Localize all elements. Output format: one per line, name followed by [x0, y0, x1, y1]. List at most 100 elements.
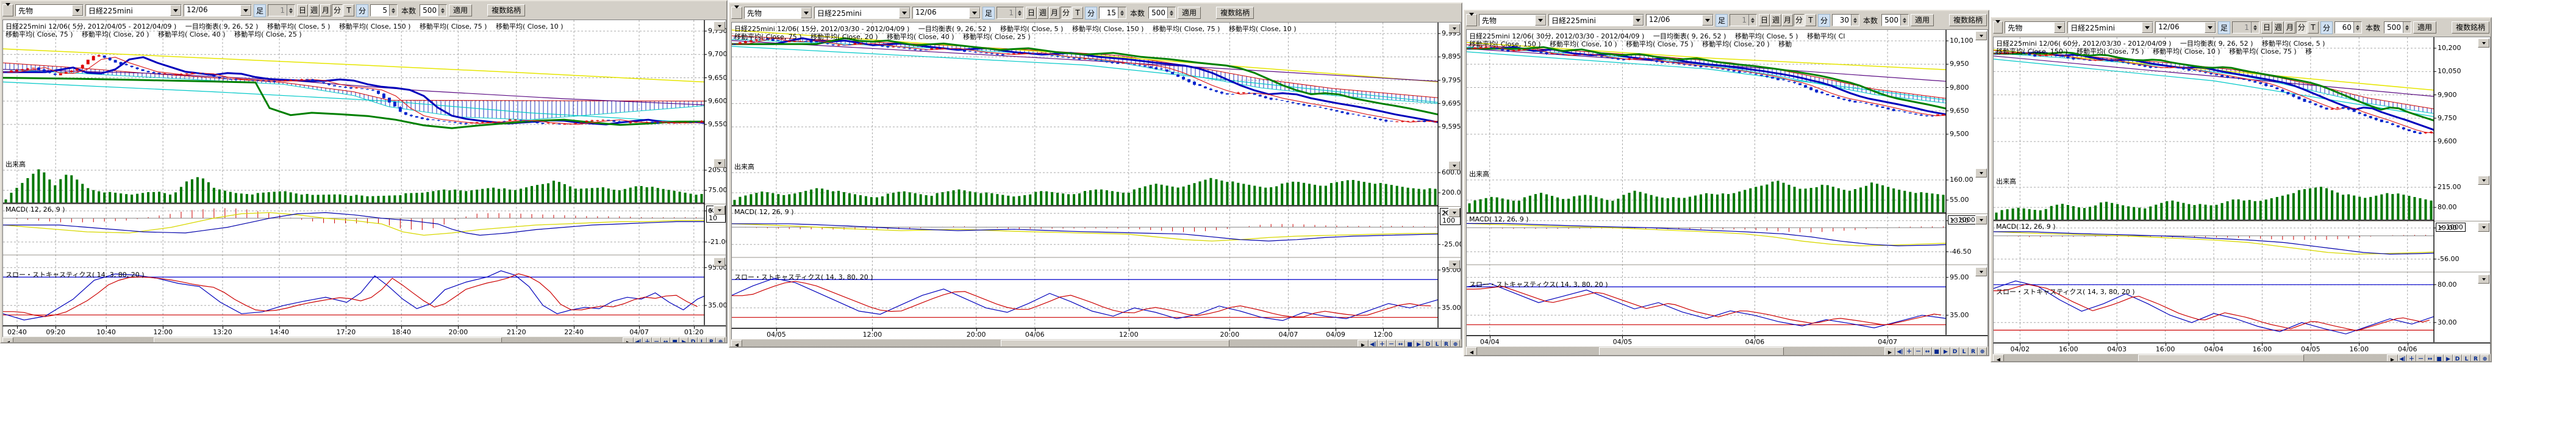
chart-nav-button-D[interactable]: D — [2453, 354, 2462, 362]
chart-nav-button-L[interactable]: L — [1959, 347, 1969, 356]
pane-options-button[interactable] — [1975, 215, 1987, 224]
scrollbar-thumb[interactable] — [154, 337, 502, 343]
chevron-down-icon[interactable] — [2205, 22, 2216, 33]
apply-button[interactable]: 適用 — [2413, 21, 2436, 34]
spinner-arrows-icon[interactable] — [1900, 15, 1908, 26]
chevron-down-icon[interactable] — [2142, 22, 2153, 33]
scrollbar-thumb[interactable] — [1599, 347, 1784, 356]
period-button-分[interactable]: 分 — [1061, 7, 1072, 19]
chart-nav-button-L[interactable]: L — [698, 337, 707, 343]
chart-nav-button-＋[interactable]: ＋ — [2407, 354, 2416, 362]
bar-count-spinner[interactable]: 500 — [420, 4, 447, 16]
chart-nav-button-L[interactable]: L — [1433, 340, 1442, 348]
bar-interval-spinner[interactable]: 1 — [1730, 14, 1757, 26]
bar-interval-spinner[interactable]: 1 — [2232, 21, 2259, 34]
chart-nav-button-L[interactable]: L — [2462, 354, 2471, 362]
symbol-select[interactable]: 日経225mini — [814, 7, 911, 19]
chevron-down-icon[interactable] — [969, 7, 980, 18]
multi-symbol-button[interactable]: 複数銘柄 — [2452, 21, 2489, 34]
period-button-週[interactable]: 週 — [1037, 7, 1048, 19]
pane-options-button[interactable] — [714, 206, 725, 215]
spinner-arrows-icon[interactable] — [2353, 22, 2361, 33]
chevron-down-icon[interactable] — [899, 7, 910, 18]
bar-count-spinner[interactable]: 500 — [1148, 7, 1176, 19]
chart-area[interactable]: 日経225mini 12/06( 30分, 2012/03/30 - 2012/… — [1466, 29, 1988, 336]
chart-nav-button-↔[interactable]: ↔ — [1396, 340, 1405, 348]
chart-nav-button-▶[interactable]: ▶ — [679, 337, 689, 343]
spinner-arrows-icon[interactable] — [1748, 15, 1756, 26]
bar-count-spinner[interactable]: 500 — [2384, 21, 2411, 34]
pane-options-button[interactable] — [1448, 24, 1460, 33]
apply-button[interactable]: 適用 — [449, 4, 472, 16]
spinner-arrows-icon[interactable] — [287, 5, 295, 16]
chart-area[interactable]: 日経225mini 12/06( 5分, 2012/04/05 - 2012/0… — [2, 20, 726, 326]
period-button-月[interactable]: 月 — [2284, 21, 2295, 34]
chevron-down-icon[interactable] — [1702, 15, 1713, 26]
chart-nav-button-⊕[interactable]: ⊕ — [2480, 354, 2489, 362]
bar-interval-spinner[interactable]: 1 — [268, 4, 295, 16]
chevron-down-icon[interactable] — [1535, 15, 1546, 26]
chart-nav-button-■[interactable]: ■ — [1932, 347, 1941, 356]
chart-nav-button-↔[interactable]: ↔ — [1923, 347, 1932, 356]
pane-options-button[interactable] — [2478, 176, 2489, 185]
period-button-日[interactable]: 日 — [1759, 14, 1770, 26]
spinner-arrows-icon[interactable] — [389, 5, 397, 16]
chart-nav-button-－[interactable]: － — [2416, 354, 2425, 362]
chart-nav-button-－[interactable]: － — [1387, 340, 1396, 348]
period-button-週[interactable]: 週 — [2273, 21, 2284, 34]
spinner-arrows-icon[interactable] — [1851, 15, 1859, 26]
window-menu-button[interactable] — [1993, 21, 2003, 34]
symbol-select[interactable]: 日経225mini — [85, 4, 182, 16]
period-button-月[interactable]: 月 — [1782, 14, 1793, 26]
chart-area[interactable]: 日経225mini 12/06( 15分, 2012/03/30 - 2012/… — [731, 22, 1461, 328]
instrument-type-select[interactable]: 先物 — [744, 7, 812, 19]
chart-plot[interactable] — [1994, 37, 2490, 342]
period-button-分[interactable]: 分 — [2296, 21, 2307, 34]
chevron-down-icon[interactable] — [170, 5, 181, 16]
spinner-arrows-icon[interactable] — [2251, 22, 2259, 33]
period-button-T[interactable]: T — [1805, 14, 1816, 26]
chart-area[interactable]: 日経225mini 12/06( 60分, 2012/03/30 - 2012/… — [1993, 37, 2491, 343]
period-button-分[interactable]: 分 — [332, 4, 343, 16]
chart-nav-button-＋[interactable]: ＋ — [1905, 347, 1914, 356]
scroll-left-button[interactable]: ◀ — [1466, 347, 1477, 356]
minutes-spinner[interactable]: 60 — [2334, 21, 2362, 34]
spinner-arrows-icon[interactable] — [1118, 7, 1126, 18]
contract-select[interactable]: 12/06 — [1646, 14, 1714, 26]
multi-symbol-button[interactable]: 複数銘柄 — [487, 4, 525, 16]
chart-nav-button-■[interactable]: ■ — [2435, 354, 2444, 362]
scroll-right-button[interactable]: ▶ — [1358, 340, 1368, 348]
chart-nav-button-D[interactable]: D — [1950, 347, 1959, 356]
bar-count-spinner[interactable]: 500 — [1881, 14, 1909, 26]
scrollbar-track[interactable] — [13, 337, 623, 343]
symbol-select[interactable]: 日経225mini — [1548, 14, 1644, 26]
chart-nav-button-■[interactable]: ■ — [670, 337, 679, 343]
bar-interval-spinner[interactable]: 1 — [996, 7, 1024, 19]
pane-options-button[interactable] — [2478, 274, 2489, 284]
pane-options-button[interactable] — [714, 257, 725, 267]
chart-nav-button-R[interactable]: R — [1442, 340, 1451, 348]
chart-nav-button-↔[interactable]: ↔ — [2425, 354, 2435, 362]
period-button-週[interactable]: 週 — [1770, 14, 1781, 26]
chart-nav-button-◀|[interactable]: ◀| — [2398, 354, 2407, 362]
chevron-down-icon[interactable] — [72, 5, 83, 16]
apply-button[interactable]: 適用 — [1911, 14, 1934, 26]
pane-options-button[interactable] — [714, 159, 725, 168]
pane-options-button[interactable] — [1448, 161, 1460, 170]
chart-nav-button-＋[interactable]: ＋ — [1378, 340, 1387, 348]
period-button-月[interactable]: 月 — [320, 4, 331, 16]
scrollbar-track[interactable] — [1477, 347, 1884, 356]
minutes-spinner[interactable]: 5 — [370, 4, 398, 16]
chart-nav-button-◀|[interactable]: ◀| — [1895, 347, 1905, 356]
chart-plot[interactable] — [732, 23, 1461, 328]
chart-nav-button-＋[interactable]: ＋ — [643, 337, 652, 343]
multi-symbol-button[interactable]: 複数銘柄 — [1216, 7, 1254, 19]
period-button-日[interactable]: 日 — [2261, 21, 2272, 34]
period-button-月[interactable]: 月 — [1049, 7, 1060, 19]
window-menu-button[interactable] — [731, 7, 742, 19]
scroll-right-button[interactable]: ▶ — [1884, 347, 1895, 356]
chart-nav-button-R[interactable]: R — [2471, 354, 2480, 362]
period-button-分[interactable]: 分 — [1794, 14, 1805, 26]
chart-nav-button-◀|[interactable]: ◀| — [634, 337, 643, 343]
chart-nav-button-D[interactable]: D — [689, 337, 698, 343]
